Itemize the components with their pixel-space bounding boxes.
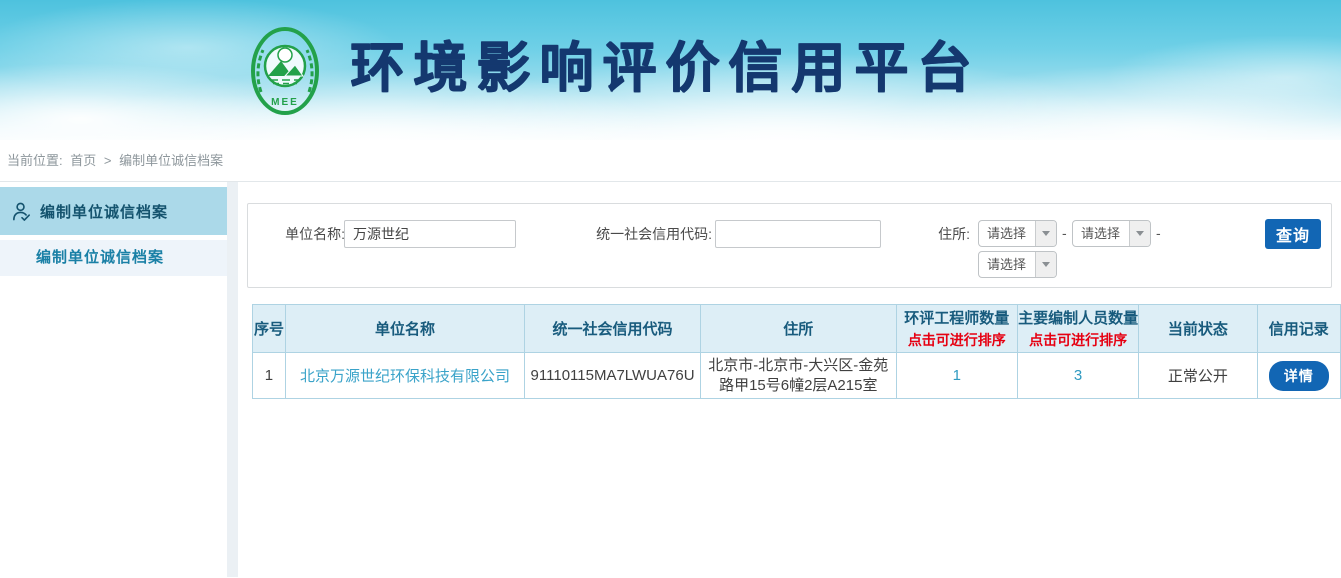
sidebar-subitem-unit-credit-archive[interactable]: 编制单位诚信档案: [0, 240, 227, 276]
table-row: 1 北京万源世纪环保科技有限公司 91110115MA7LWUA76U 北京市-…: [253, 353, 1341, 399]
address-district-value: 请选择: [979, 252, 1035, 277]
sidebar-content-divider: [227, 182, 238, 577]
breadcrumb-current: 编制单位诚信档案: [119, 153, 223, 168]
address-dash: -: [1156, 220, 1161, 247]
breadcrumb: 当前位置: 首页 > 编制单位诚信档案: [0, 140, 1341, 182]
row-status: 正常公开: [1139, 353, 1257, 399]
page-title: 环境影响评价信用平台: [350, 36, 980, 100]
breadcrumb-home-link[interactable]: 首页: [70, 153, 96, 168]
address-city-value: 请选择: [1073, 221, 1129, 246]
sort-hint: 点击可进行排序: [897, 330, 1018, 350]
credit-code-label: 统一社会信用代码:: [594, 220, 712, 248]
col-header-engineer-count-sort[interactable]: 环评工程师数量 点击可进行排序: [896, 305, 1018, 353]
company-name-label: 单位名称:: [271, 220, 345, 248]
address-province-value: 请选择: [979, 221, 1035, 246]
engineer-count-title: 环评工程师数量: [904, 310, 1009, 327]
company-name-link[interactable]: 北京万源世纪环保科技有限公司: [300, 368, 510, 385]
search-panel: 单位名称: 统一社会信用代码: 住所: 请选择 - 请选择 - 请选择 查询: [247, 203, 1332, 288]
sidebar-item-unit-credit-archive[interactable]: 编制单位诚信档案: [0, 187, 227, 235]
query-button[interactable]: 查询: [1265, 219, 1321, 249]
col-header-address: 住所: [701, 305, 897, 353]
address-district-select[interactable]: 请选择: [978, 251, 1057, 278]
col-header-status: 当前状态: [1139, 305, 1257, 353]
address-dash: -: [1062, 220, 1067, 247]
detail-button[interactable]: 详情: [1269, 361, 1329, 391]
credit-code-input[interactable]: [715, 220, 881, 248]
company-name-input[interactable]: [344, 220, 516, 248]
col-header-index: 序号: [253, 305, 286, 353]
breadcrumb-prefix: 当前位置:: [7, 153, 63, 168]
address-city-select[interactable]: 请选择: [1072, 220, 1151, 247]
row-credit-code: 91110115MA7LWUA76U: [525, 353, 701, 399]
chevron-down-icon[interactable]: [1129, 221, 1150, 246]
sort-hint: 点击可进行排序: [1018, 330, 1138, 350]
chevron-down-icon[interactable]: [1035, 252, 1056, 277]
content-area: 单位名称: 统一社会信用代码: 住所: 请选择 - 请选择 - 请选择 查询: [238, 182, 1341, 577]
breadcrumb-separator: >: [104, 153, 112, 168]
col-header-staff-count-sort[interactable]: 主要编制人员数量 点击可进行排序: [1018, 305, 1139, 353]
col-header-credit-code: 统一社会信用代码: [525, 305, 701, 353]
col-header-company: 单位名称: [285, 305, 524, 353]
sidebar-item-label: 编制单位诚信档案: [40, 201, 168, 222]
address-label: 住所:: [920, 220, 970, 248]
staff-count-link[interactable]: 3: [1074, 367, 1082, 384]
result-table: 序号 单位名称 统一社会信用代码 住所 环评工程师数量 点击可进行排序 主要编制…: [252, 304, 1341, 399]
site-header: MEE 环境影响评价信用平台: [0, 0, 1341, 140]
address-province-select[interactable]: 请选择: [978, 220, 1057, 247]
row-address: 北京市-北京市-大兴区-金苑路甲15号6幢2层A215室: [701, 353, 897, 399]
mee-logo-icon: MEE: [248, 24, 322, 118]
chevron-down-icon[interactable]: [1035, 221, 1056, 246]
col-header-credit-record: 信用记录: [1257, 305, 1340, 353]
engineer-count-link[interactable]: 1: [953, 367, 961, 384]
staff-count-title: 主要编制人员数量: [1018, 310, 1138, 327]
user-check-icon: [11, 201, 32, 222]
row-index: 1: [253, 353, 286, 399]
sidebar: 编制单位诚信档案 编制单位诚信档案: [0, 182, 227, 577]
table-header-row: 序号 单位名称 统一社会信用代码 住所 环评工程师数量 点击可进行排序 主要编制…: [253, 305, 1341, 353]
svg-text:MEE: MEE: [271, 97, 299, 108]
main-area: 编制单位诚信档案 编制单位诚信档案 单位名称: 统一社会信用代码: 住所: 请选…: [0, 182, 1341, 577]
